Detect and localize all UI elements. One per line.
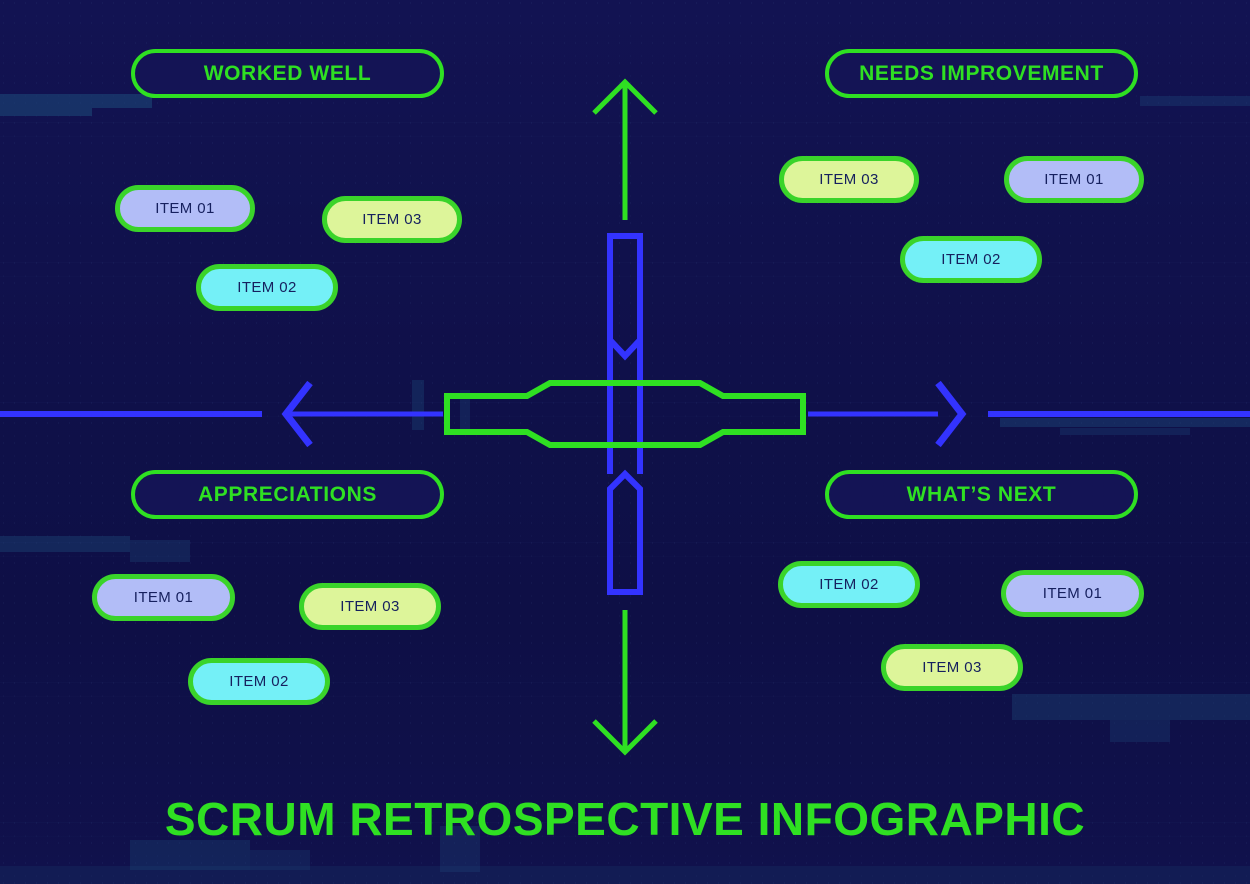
item-pill-label: ITEM 03	[819, 171, 879, 188]
item-pill-label: ITEM 02	[237, 279, 297, 296]
item-pill-label: ITEM 01	[155, 200, 215, 217]
item-pill-worked-well-3[interactable]: ITEM 02	[196, 264, 338, 311]
quadrant-header-worked-well[interactable]: WORKED WELL	[131, 49, 444, 98]
arrow-right-icon	[808, 380, 1250, 448]
item-pill-label: ITEM 03	[362, 211, 422, 228]
quadrant-header-needs-improvement[interactable]: NEEDS IMPROVEMENT	[825, 49, 1138, 98]
quadrant-header-label: WHAT’S NEXT	[906, 482, 1057, 506]
quadrant-header-label: NEEDS IMPROVEMENT	[859, 61, 1104, 85]
item-pill-needs-improvement-1[interactable]: ITEM 03	[779, 156, 919, 203]
item-pill-label: ITEM 01	[1044, 171, 1104, 188]
item-pill-appreciations-1[interactable]: ITEM 01	[92, 574, 235, 621]
quadrant-header-label: APPRECIATIONS	[198, 482, 377, 506]
item-pill-label: ITEM 02	[229, 673, 289, 690]
arrow-up-icon	[592, 78, 658, 220]
item-pill-whats-next-3[interactable]: ITEM 03	[881, 644, 1023, 691]
item-pill-whats-next-1[interactable]: ITEM 02	[778, 561, 920, 608]
item-pill-worked-well-2[interactable]: ITEM 03	[322, 196, 462, 243]
arrow-left-icon	[0, 380, 443, 448]
item-pill-appreciations-3[interactable]: ITEM 02	[188, 658, 330, 705]
item-pill-needs-improvement-3[interactable]: ITEM 02	[900, 236, 1042, 283]
item-pill-whats-next-2[interactable]: ITEM 01	[1001, 570, 1144, 617]
arrow-down-icon	[592, 610, 658, 756]
item-pill-label: ITEM 02	[941, 251, 1001, 268]
item-pill-needs-improvement-2[interactable]: ITEM 01	[1004, 156, 1144, 203]
crosshair-emblem-vertical	[607, 233, 643, 595]
item-pill-label: ITEM 02	[819, 576, 879, 593]
item-pill-worked-well-1[interactable]: ITEM 01	[115, 185, 255, 232]
quadrant-header-label: WORKED WELL	[203, 61, 372, 85]
crosshair-emblem-horizontal	[444, 380, 806, 448]
quadrant-header-appreciations[interactable]: APPRECIATIONS	[131, 470, 444, 519]
axis-graphic	[0, 78, 1250, 756]
quadrant-header-whats-next[interactable]: WHAT’S NEXT	[825, 470, 1138, 519]
item-pill-label: ITEM 03	[922, 659, 982, 676]
item-pill-label: ITEM 01	[1042, 585, 1103, 602]
item-pill-appreciations-2[interactable]: ITEM 03	[299, 583, 441, 630]
page-title: SCRUM RETROSPECTIVE INFOGRAPHIC	[164, 793, 1086, 845]
item-pill-label: ITEM 01	[133, 589, 194, 606]
item-pill-label: ITEM 03	[340, 598, 400, 615]
infographic-canvas: WORKED WELL ITEM 01 ITEM 03 ITEM 02 NEED…	[0, 0, 1250, 884]
